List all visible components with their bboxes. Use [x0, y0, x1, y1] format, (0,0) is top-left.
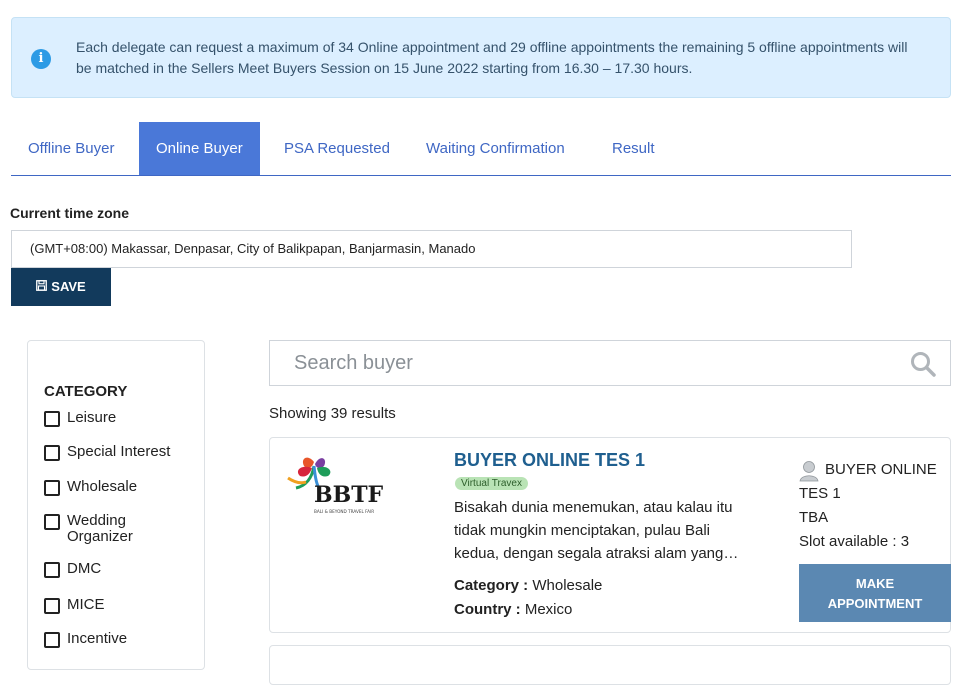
- checkbox[interactable]: [44, 562, 60, 578]
- checkbox[interactable]: [44, 480, 60, 496]
- bbtf-logo: BBTF BALI & BEYOND TRAVEL FAIR: [287, 457, 384, 514]
- category-label: Incentive: [67, 630, 128, 647]
- search-icon[interactable]: [910, 351, 936, 377]
- category-checkbox-mice[interactable]: MICE: [44, 597, 105, 614]
- timezone-label: Current time zone: [10, 205, 130, 221]
- country-value: Mexico: [524, 601, 573, 618]
- search-input[interactable]: [270, 341, 938, 385]
- results-count: Showing 39 results: [269, 405, 396, 422]
- info-icon: i: [31, 49, 51, 69]
- buyer-tag-badge: Virtual Travex: [455, 477, 528, 490]
- country-field-label: Country :: [454, 601, 521, 618]
- checkbox[interactable]: [44, 598, 60, 614]
- logo-subtitle: BALI & BEYOND TRAVEL FAIR: [314, 509, 374, 514]
- contact-sub: TBA: [799, 509, 829, 526]
- contact-name: BUYER ONLINE TES 1: [799, 461, 937, 502]
- slot-available: Slot available : 3: [799, 533, 910, 550]
- category-value: Wholesale: [532, 577, 603, 594]
- buyer-contact: BUYER ONLINE TES 1 TBA Slot available : …: [799, 458, 949, 554]
- tab-offline-buyer[interactable]: Offline Buyer: [11, 122, 131, 175]
- buyer-card: [269, 645, 951, 685]
- category-checkbox-wedding-organizer[interactable]: Wedding Organizer: [44, 513, 154, 545]
- checkbox[interactable]: [44, 445, 60, 461]
- category-field-label: Category :: [454, 577, 529, 594]
- user-avatar-icon: [799, 461, 819, 482]
- search-box: [269, 340, 951, 386]
- info-notice: i Each delegate can request a maximum of…: [11, 17, 951, 98]
- category-title: CATEGORY: [44, 383, 128, 400]
- buyer-card: BBTF BALI & BEYOND TRAVEL FAIR BUYER ONL…: [269, 437, 951, 633]
- category-label: DMC: [67, 560, 102, 577]
- buyer-name-link[interactable]: BUYER ONLINE TES 1: [454, 450, 645, 471]
- category-checkbox-incentive[interactable]: Incentive: [44, 631, 127, 648]
- save-button[interactable]: SAVE: [11, 268, 111, 306]
- tab-psa-requested[interactable]: PSA Requested: [267, 122, 407, 175]
- category-checkbox-leisure[interactable]: Leisure: [44, 410, 116, 427]
- category-checkbox-wholesale[interactable]: Wholesale: [44, 479, 137, 496]
- save-button-label: SAVE: [51, 279, 86, 294]
- category-checkbox-special-interest[interactable]: Special Interest: [44, 444, 170, 461]
- category-label: Leisure: [67, 409, 117, 426]
- appointment-button-line1: MAKE: [855, 576, 895, 591]
- appointment-button-line2: APPOINTMENT: [827, 596, 923, 611]
- checkbox[interactable]: [44, 632, 60, 648]
- timezone-select[interactable]: (GMT+08:00) Makassar, Denpasar, City of …: [11, 230, 852, 268]
- tab-waiting-confirmation[interactable]: Waiting Confirmation: [409, 122, 582, 175]
- buyer-description: Bisakah dunia menemukan, atau kalau itu …: [454, 499, 739, 562]
- category-checkbox-dmc[interactable]: DMC: [44, 561, 101, 578]
- category-label: Wedding Organizer: [67, 512, 133, 545]
- info-notice-text: Each delegate can request a maximum of 3…: [76, 39, 908, 76]
- category-label: Wholesale: [67, 478, 138, 495]
- category-label: Special Interest: [67, 443, 171, 460]
- floppy-disk-icon: [36, 269, 48, 307]
- tab-bar: Offline Buyer Online Buyer PSA Requested…: [11, 122, 951, 176]
- tab-online-buyer[interactable]: Online Buyer: [139, 122, 260, 175]
- checkbox[interactable]: [44, 514, 60, 530]
- category-filter: CATEGORY Leisure Special Interest Wholes…: [27, 340, 205, 670]
- buyer-country: Country : Mexico: [454, 601, 572, 618]
- checkbox[interactable]: [44, 411, 60, 427]
- make-appointment-button[interactable]: MAKE APPOINTMENT: [799, 564, 951, 622]
- buyer-category: Category : Wholesale: [454, 577, 602, 594]
- tab-result[interactable]: Result: [595, 122, 672, 175]
- category-label: MICE: [67, 596, 105, 613]
- logo-wordmark: BBTF: [314, 482, 384, 508]
